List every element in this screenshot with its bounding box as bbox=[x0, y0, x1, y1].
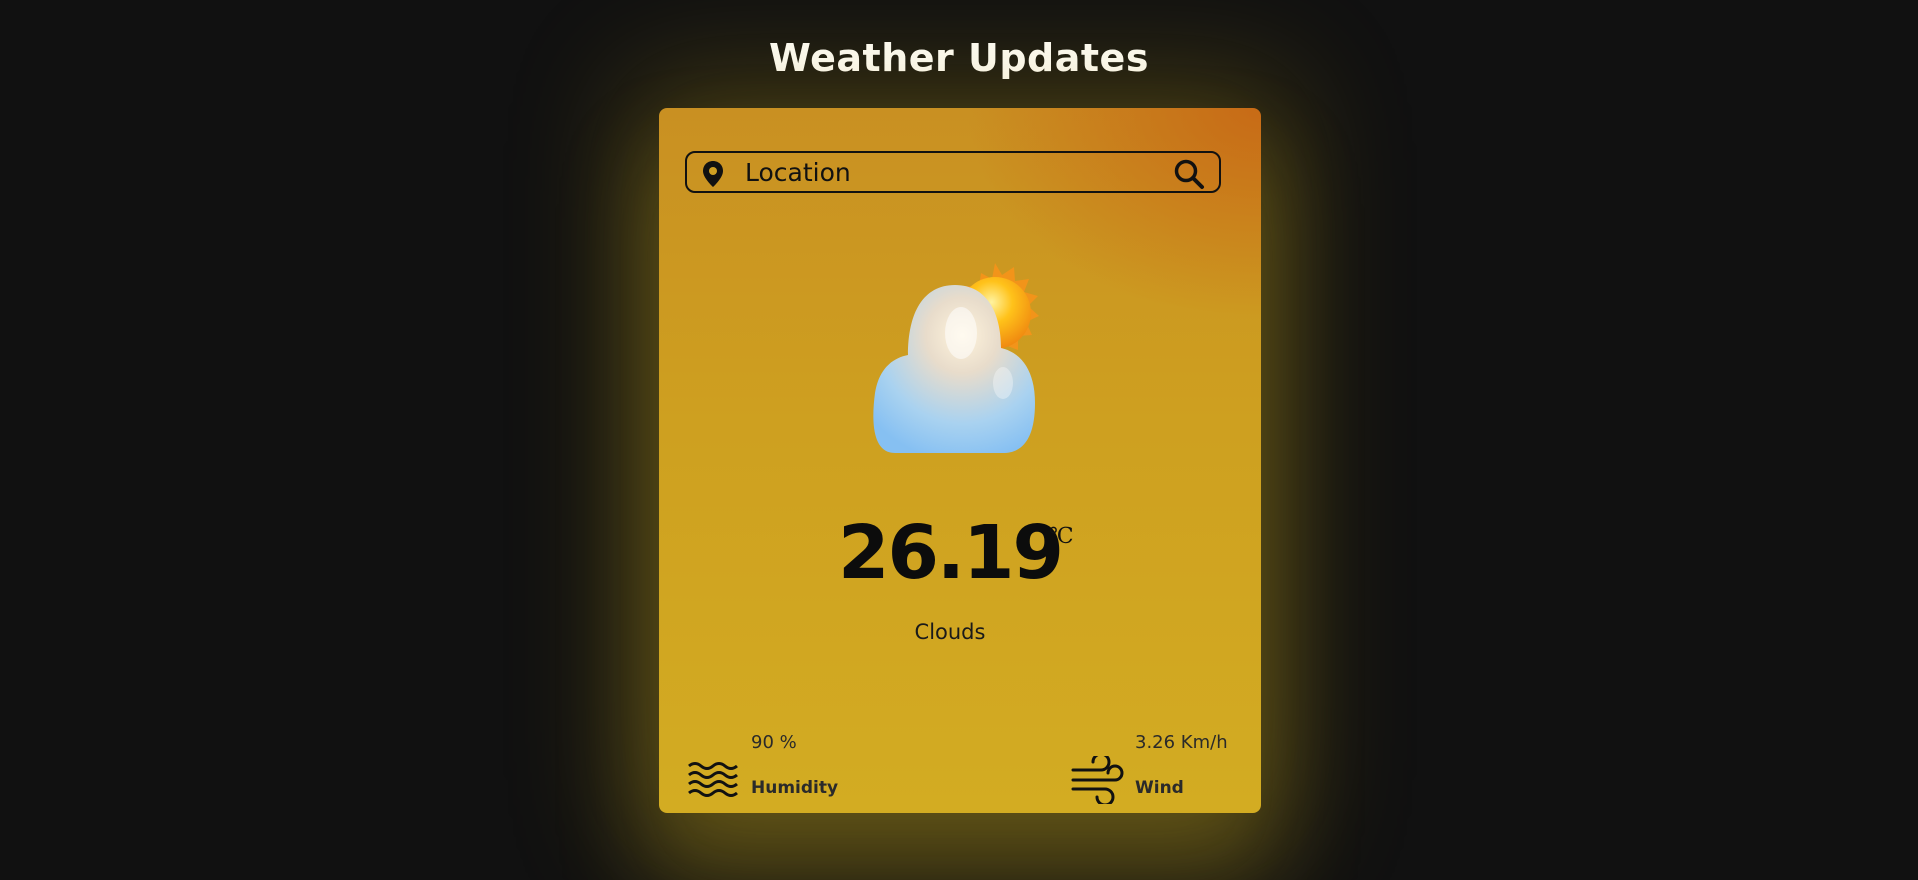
wind-label: Wind bbox=[1135, 778, 1184, 798]
water-waves-icon bbox=[688, 762, 738, 797]
cloud-sun-icon bbox=[873, 263, 1039, 453]
humidity-label: Humidity bbox=[751, 778, 839, 798]
search-icon[interactable] bbox=[1173, 158, 1205, 190]
temperature-value: 26.19 bbox=[837, 510, 1064, 596]
humidity-value: 90 % bbox=[751, 732, 797, 753]
page-title: Weather Updates bbox=[769, 36, 1149, 80]
wind-value: 3.26 Km/h bbox=[1135, 732, 1228, 753]
temperature-unit: ℃ bbox=[1049, 524, 1074, 549]
weather-card: 26.19 ℃ Clouds 90 % Humidity 3.26 Km/h W… bbox=[659, 108, 1261, 813]
wind-icon bbox=[1071, 756, 1124, 804]
search-bar bbox=[685, 151, 1221, 193]
weather-condition: Clouds bbox=[914, 620, 986, 644]
temperature-display: 26.19 ℃ bbox=[659, 510, 1241, 596]
location-input[interactable] bbox=[745, 157, 1145, 187]
location-pin-icon bbox=[703, 161, 723, 187]
